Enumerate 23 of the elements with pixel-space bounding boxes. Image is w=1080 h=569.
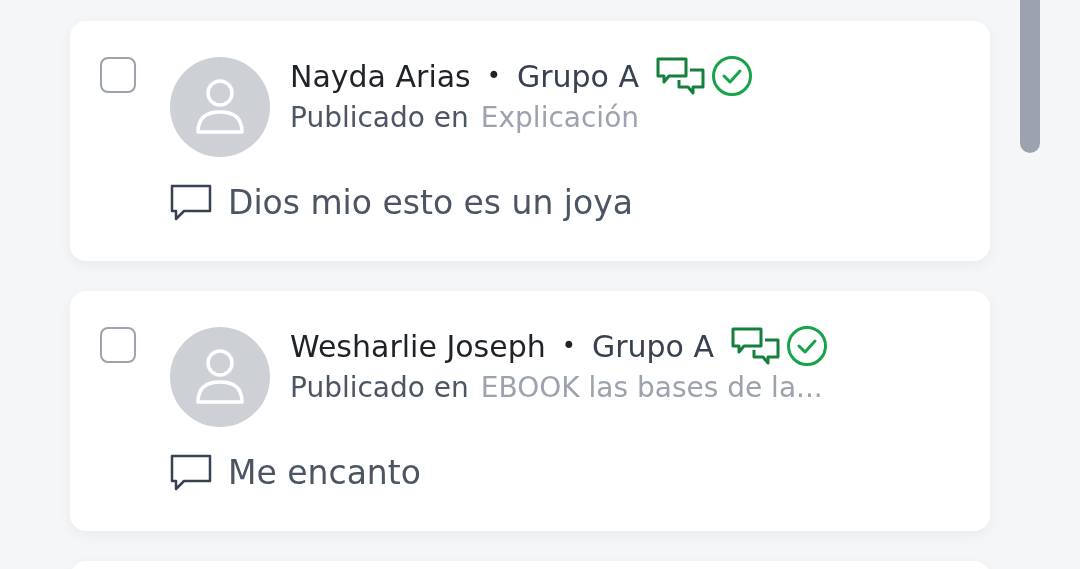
comment-text: Dios mio esto es un joya xyxy=(228,183,633,222)
comment-icon xyxy=(170,453,212,492)
separator-dot: • xyxy=(561,332,576,360)
check-circle-icon xyxy=(710,55,753,97)
user-icon xyxy=(194,348,246,406)
posted-in-label: Publicado en xyxy=(290,101,469,134)
group-label: Grupo A xyxy=(591,328,714,364)
comment-icon xyxy=(170,183,212,222)
scrollbar-thumb[interactable] xyxy=(1020,0,1040,153)
post-link[interactable]: Explicación xyxy=(480,101,639,134)
separator-dot: • xyxy=(486,62,501,90)
comment-text: Me encanto xyxy=(228,453,421,492)
group-label: Grupo A xyxy=(516,58,639,94)
checkbox[interactable] xyxy=(100,327,136,363)
posted-in-label: Publicado en xyxy=(290,371,469,404)
checkbox[interactable] xyxy=(100,57,136,93)
check-circle-icon xyxy=(785,325,828,367)
author-name: Wesharlie Joseph xyxy=(290,328,546,364)
user-icon xyxy=(194,78,246,136)
chat-bubbles-icon xyxy=(654,56,707,96)
author-name: Nayda Arias xyxy=(290,58,471,94)
chat-bubbles-icon xyxy=(729,326,782,366)
post-link[interactable]: EBOOK las bases de la... xyxy=(480,371,823,404)
